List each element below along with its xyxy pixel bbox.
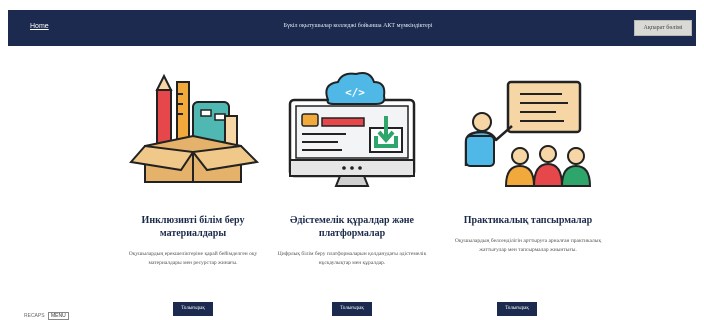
card-methodical-tools: </> Әдістемелік құралдар және платформал… [262, 70, 442, 268]
card-inclusive-materials: Инклюзивті білім беру материалдары Оқушы… [103, 70, 283, 268]
card-description: Оқушылардың ерекшеліктеріне қарай бейімд… [128, 251, 258, 266]
card-description: Цифрлық білім беру платформаларын қолдан… [277, 251, 427, 266]
computer-code-icon: </> [282, 70, 422, 190]
home-link[interactable]: Home [30, 23, 49, 30]
card-practical-tasks: Практикалық тапсырмалар Оқушылардың белс… [438, 70, 618, 255]
header-info-button[interactable]: Ақпарат бөлімі [634, 20, 692, 36]
details-button-1[interactable]: Толығырақ [173, 302, 213, 316]
top-header: Home Бүкіл оқытушылар колледжі бойынша А… [8, 10, 696, 46]
card-description: Оқушылардың белсенділігін арттыруға арна… [454, 238, 602, 253]
card-title: Инклюзивті білім беру материалдары [141, 215, 245, 239]
card-title: Әдістемелік құралдар және платформалар [290, 215, 414, 239]
header-title: Бүкіл оқытушылар колледжі бойынша АКТ мү… [283, 23, 433, 29]
svg-text:</>: </> [345, 86, 365, 99]
details-button-3[interactable]: Толығырақ [497, 302, 537, 316]
teacher-presentation-icon [458, 70, 598, 190]
details-button-2[interactable]: Толығырақ [332, 302, 372, 316]
toolbox-icon [123, 70, 263, 190]
card-title: Практикалық тапсырмалар [463, 215, 593, 226]
footer-text: RECAPS [24, 313, 45, 319]
